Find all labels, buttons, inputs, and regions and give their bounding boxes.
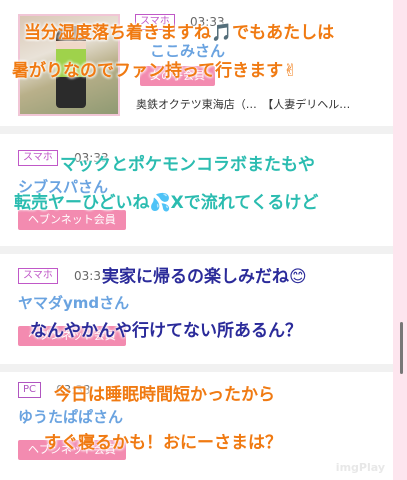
overlay-caption-line: 今日は睡眠時間短かったから	[54, 385, 275, 405]
message-list-screen: スマホ 03:33 ここみさん 女の子会員 奥鉄オクテツ東海店（… 【人妻デリヘ…	[0, 0, 407, 480]
scrollbar-thumb[interactable]	[400, 322, 403, 374]
member-type-pill: ヘブンネット会員	[18, 210, 126, 230]
overlay-caption-line: 暑がりなのでファン持って行きます✌	[12, 61, 298, 81]
divider	[0, 364, 393, 372]
overlay-caption-line: 転売ヤーひどいね💦Xで流れてくるけど	[14, 193, 319, 213]
overlay-caption-line: 実家に帰るの楽しみだね😊	[102, 267, 307, 287]
overlay-caption-line: マックとポケモンコラボまたもや	[60, 155, 315, 175]
device-badge: スマホ	[18, 150, 58, 166]
divider	[0, 126, 393, 134]
overlay-caption-line: なんやかんや行けてない所あるん？	[30, 321, 302, 341]
user-name[interactable]: ヤマダymdさん	[18, 292, 129, 313]
user-name[interactable]: ゆうたぱぱさん	[18, 406, 123, 427]
device-badge: PC	[18, 382, 42, 398]
overlay-caption-line: 当分湿度落ち着きますね🎵でもあたしは	[24, 23, 335, 43]
side-rail	[393, 0, 407, 480]
watermark-logo: imgPlay	[335, 461, 385, 474]
divider	[0, 246, 393, 254]
overlay-caption-line: すぐ寝るかも！おにーさまは？	[44, 433, 282, 453]
shop-name[interactable]: 奥鉄オクテツ東海店（… 【人妻デリヘル…	[136, 96, 350, 112]
device-badge: スマホ	[18, 268, 58, 284]
